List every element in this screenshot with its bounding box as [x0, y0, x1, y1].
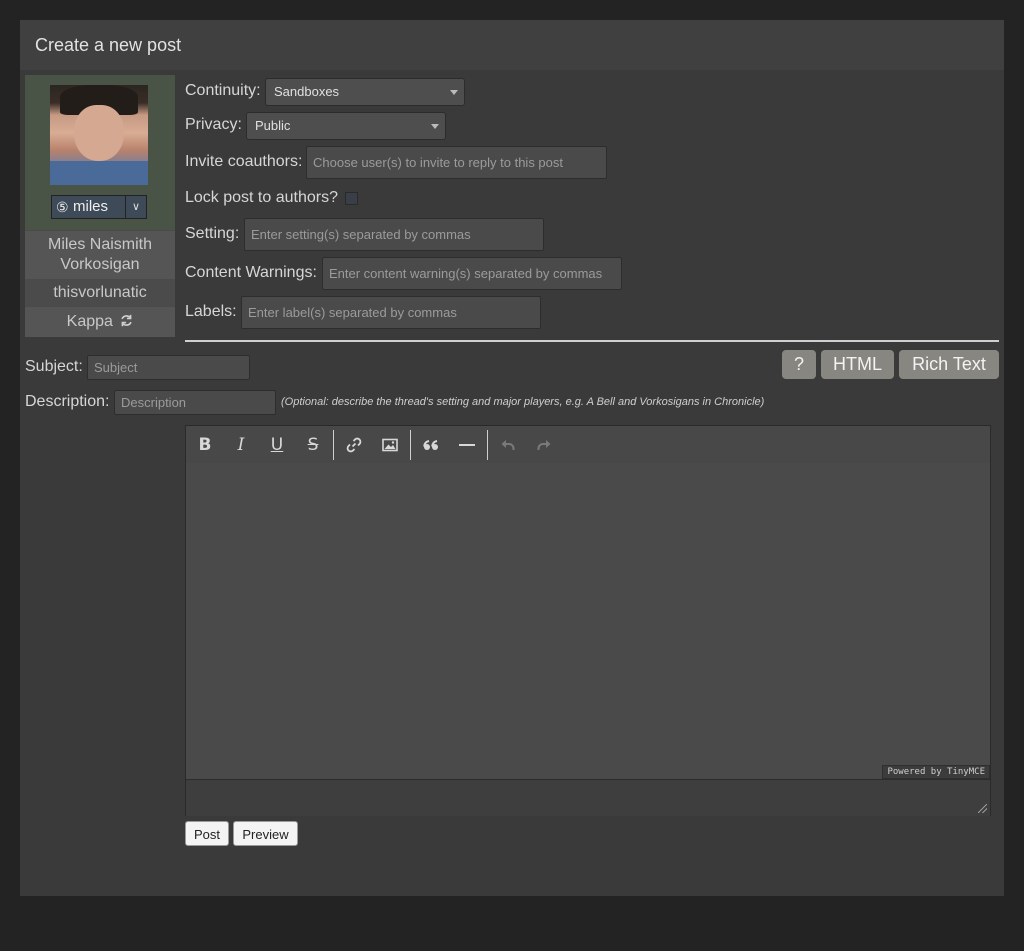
redo-icon — [537, 440, 551, 450]
continuity-label: Continuity: — [185, 82, 261, 99]
toolbar-separator — [410, 430, 411, 460]
image-icon — [382, 438, 398, 452]
underline-button[interactable]: U — [266, 435, 288, 455]
rich-text-editor: B I U S Powered by TinyMCE — [185, 425, 991, 816]
subject-input[interactable] — [87, 355, 250, 380]
rich-text-mode-button[interactable]: Rich Text — [899, 350, 999, 379]
character-gallery[interactable]: Kappa — [25, 307, 175, 337]
description-input[interactable] — [114, 390, 276, 415]
labels-label: Labels: — [185, 303, 237, 320]
character-username[interactable]: thisvorlunatic — [25, 280, 175, 306]
editor-toolbar: B I U S — [186, 426, 990, 464]
editor-content-area[interactable]: Powered by TinyMCE — [186, 463, 990, 779]
continuity-select[interactable]: Sandboxes — [265, 78, 465, 106]
icon-number: ⑤ — [56, 199, 69, 215]
chevron-down-icon — [450, 90, 458, 95]
character-name[interactable]: Miles Naismith Vorkosigan — [25, 231, 175, 279]
strikethrough-button[interactable]: S — [302, 435, 324, 455]
quote-icon — [423, 440, 438, 450]
avatar-area: ⑤ miles ∨ — [25, 75, 175, 230]
lock-label: Lock post to authors? — [185, 189, 338, 206]
editor-statusbar — [186, 779, 990, 816]
icon-name: miles — [73, 198, 109, 215]
page-title: Create a new post — [35, 35, 182, 55]
privacy-label: Privacy: — [185, 116, 242, 133]
bold-button[interactable]: B — [194, 435, 216, 455]
content-warnings-input[interactable] — [322, 257, 622, 290]
horizontal-rule-button[interactable] — [456, 435, 478, 455]
new-post-panel: Create a new post ⑤ miles ∨ Miles Naismi… — [20, 20, 1004, 896]
setting-label: Setting: — [185, 225, 240, 242]
undo-icon — [501, 440, 515, 450]
refresh-icon[interactable] — [120, 314, 133, 327]
lock-checkbox[interactable] — [345, 192, 358, 205]
panel-header: Create a new post — [20, 20, 1004, 70]
labels-input[interactable] — [241, 296, 541, 329]
subject-label: Subject: — [25, 358, 83, 375]
italic-button[interactable]: I — [230, 435, 252, 455]
setting-input[interactable] — [244, 218, 544, 251]
powered-by-tinymce[interactable]: Powered by TinyMCE — [882, 765, 990, 779]
toolbar-separator — [487, 430, 488, 460]
chevron-down-icon[interactable]: ∨ — [125, 196, 146, 218]
chevron-down-icon — [431, 124, 439, 129]
resize-handle-icon[interactable] — [978, 804, 987, 813]
continuity-value: Sandboxes — [274, 84, 340, 99]
post-button[interactable]: Post — [185, 821, 229, 846]
character-selector: ⑤ miles ∨ Miles Naismith Vorkosigan this… — [25, 75, 175, 337]
avatar[interactable] — [50, 85, 148, 185]
link-button[interactable] — [343, 435, 365, 455]
description-hint: (Optional: describe the thread's setting… — [281, 396, 765, 408]
coauthors-input[interactable] — [306, 146, 607, 179]
coauthors-label: Invite coauthors: — [185, 153, 303, 170]
description-label: Description: — [25, 393, 110, 410]
horizontal-rule-icon — [459, 444, 475, 446]
redo-button[interactable] — [533, 435, 555, 455]
html-mode-button[interactable]: HTML — [821, 350, 894, 379]
icon-select[interactable]: ⑤ miles ∨ — [51, 195, 147, 219]
divider — [185, 340, 999, 342]
privacy-value: Public — [255, 118, 291, 133]
toolbar-separator — [333, 430, 334, 460]
help-button[interactable]: ? — [782, 350, 816, 379]
preview-button[interactable]: Preview — [233, 821, 298, 846]
privacy-select[interactable]: Public — [246, 112, 446, 140]
blockquote-button[interactable] — [420, 435, 442, 455]
warnings-label: Content Warnings: — [185, 264, 317, 281]
image-button[interactable] — [379, 435, 401, 455]
undo-button[interactable] — [497, 435, 519, 455]
link-icon — [346, 437, 362, 453]
gallery-name: Kappa — [66, 313, 113, 330]
